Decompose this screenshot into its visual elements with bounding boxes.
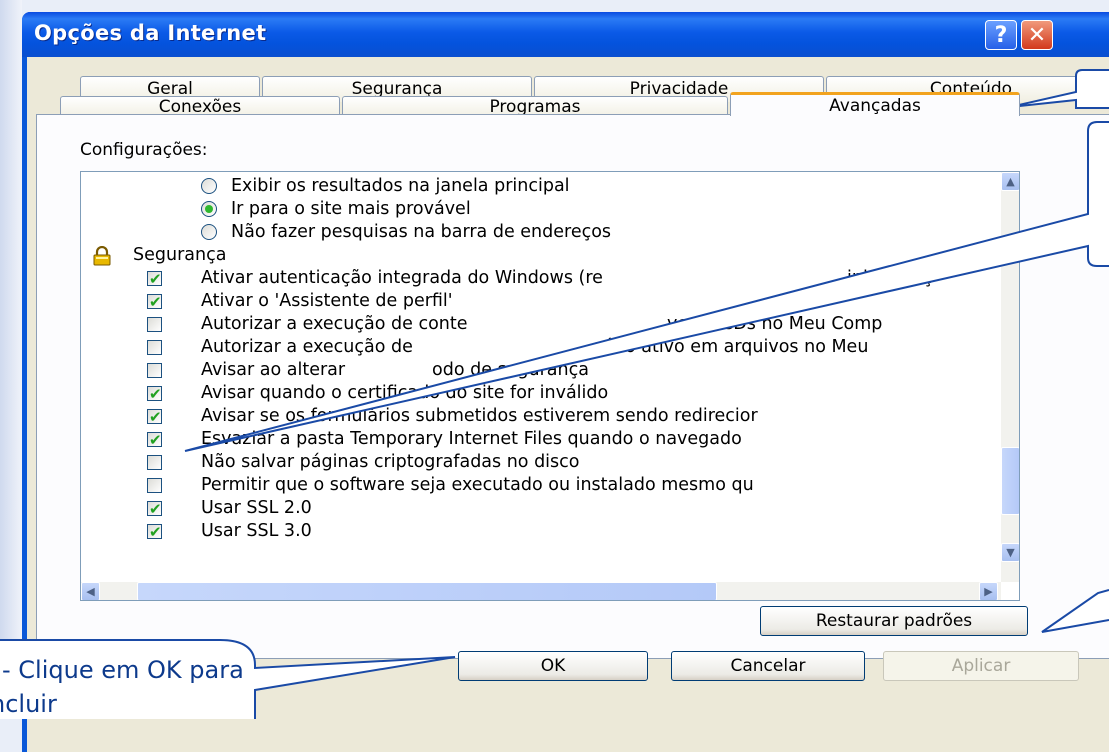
callout-text-line2: ncluir [0,690,57,718]
callout-shape-top [1009,69,1109,109]
callout-text-line1: - Clique em OK para [2,656,244,684]
callout-shape-middle [184,121,1109,452]
tab-avancadas[interactable]: Avançadas [730,92,1020,116]
callout-pointer-bottom-right [1041,589,1109,633]
